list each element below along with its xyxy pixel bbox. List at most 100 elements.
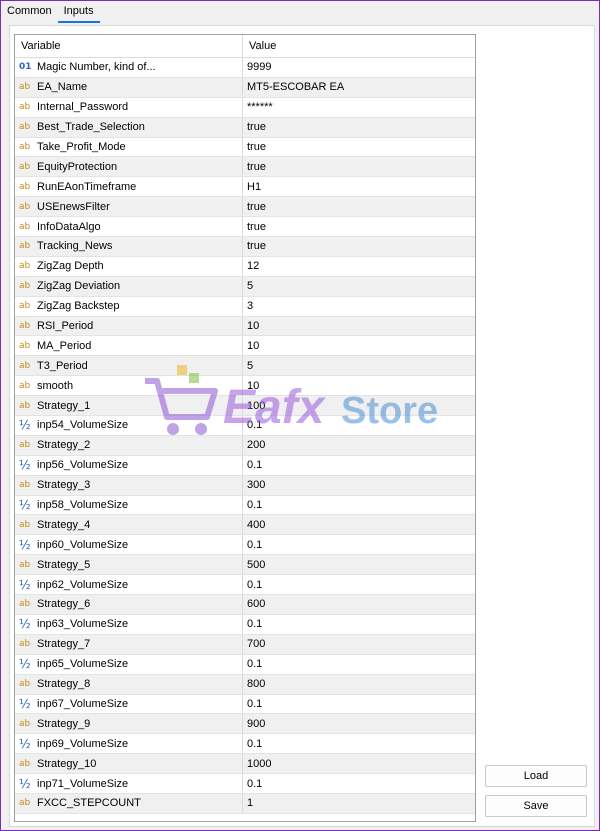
table-row[interactable]: ab Strategy_6 600: [15, 595, 475, 615]
value-cell[interactable]: 10: [243, 376, 475, 395]
table-row[interactable]: ab Strategy_2 200: [15, 435, 475, 456]
value-cell[interactable]: 5: [243, 277, 475, 296]
value-cell[interactable]: 10: [243, 317, 475, 336]
value-cell[interactable]: 600: [243, 595, 475, 614]
table-row[interactable]: ½ inp58_VolumeSize 0.1: [15, 495, 475, 516]
variable-name: Strategy_1: [37, 399, 91, 412]
table-row[interactable]: ab InfoDataAlgo true: [15, 217, 475, 238]
table-row[interactable]: ab T3_Period 5: [15, 356, 475, 377]
value-cell[interactable]: 200: [243, 436, 475, 455]
table-row[interactable]: ½ inp69_VolumeSize 0.1: [15, 734, 475, 755]
value-cell[interactable]: 700: [243, 635, 475, 654]
value-cell[interactable]: 100: [243, 396, 475, 415]
table-row[interactable]: ab RunEAonTimeframe H1: [15, 177, 475, 198]
load-button[interactable]: Load: [485, 765, 587, 787]
table-row[interactable]: ab Strategy_10 1000: [15, 754, 475, 775]
tab-inputs[interactable]: Inputs: [57, 1, 100, 23]
value-cell[interactable]: H1: [243, 177, 475, 196]
table-row[interactable]: ab FXCC_STEPCOUNT 1: [15, 793, 475, 814]
table-row[interactable]: ab Strategy_3 300: [15, 475, 475, 496]
table-row[interactable]: ab RSI_Period 10: [15, 316, 475, 337]
table-row[interactable]: ab EquityProtection true: [15, 157, 475, 178]
variable-name: ZigZag Depth: [37, 260, 104, 273]
value-cell[interactable]: 0.1: [243, 655, 475, 674]
string-type-icon: ab: [19, 281, 31, 292]
value-cell[interactable]: 900: [243, 714, 475, 733]
value-cell[interactable]: 12: [243, 257, 475, 276]
value-cell[interactable]: 0.1: [243, 496, 475, 515]
table-row[interactable]: ½ inp71_VolumeSize 0.1: [15, 774, 475, 794]
table-row[interactable]: ab Internal_Password ******: [15, 97, 475, 118]
table-row[interactable]: ab Best_Trade_Selection true: [15, 117, 475, 138]
value-cell[interactable]: 0.1: [243, 774, 475, 793]
inputs-panel: Variable Value 01 Magic Number, kind of..…: [9, 25, 595, 827]
value-cell[interactable]: MT5-ESCOBAR EA: [243, 78, 475, 97]
string-type-icon: ab: [19, 440, 31, 451]
variable-cell: ab EquityProtection: [15, 157, 243, 177]
variable-cell: ab T3_Period: [15, 356, 243, 376]
table-row[interactable]: ½ inp65_VolumeSize 0.1: [15, 654, 475, 675]
table-row[interactable]: 01 Magic Number, kind of... 9999: [15, 58, 475, 78]
save-button[interactable]: Save: [485, 795, 587, 817]
table-row[interactable]: ½ inp60_VolumeSize 0.1: [15, 535, 475, 556]
double-type-icon: ½: [19, 458, 31, 473]
table-row[interactable]: ab Strategy_9 900: [15, 714, 475, 735]
grid-header: Variable Value: [15, 35, 475, 58]
value-cell[interactable]: 300: [243, 476, 475, 495]
value-cell[interactable]: 1000: [243, 754, 475, 773]
value-cell[interactable]: true: [243, 237, 475, 256]
value-cell[interactable]: 0.1: [243, 535, 475, 554]
table-row[interactable]: ab ZigZag Depth 12: [15, 256, 475, 277]
table-row[interactable]: ab Tracking_News true: [15, 237, 475, 257]
variable-cell: ab Tracking_News: [15, 237, 243, 256]
table-row[interactable]: ½ inp54_VolumeSize 0.1: [15, 416, 475, 436]
value-cell[interactable]: 9999: [243, 58, 475, 77]
table-row[interactable]: ab Strategy_8 800: [15, 674, 475, 695]
variable-cell: 01 Magic Number, kind of...: [15, 58, 243, 77]
column-header-value[interactable]: Value: [243, 35, 475, 57]
table-row[interactable]: ab Strategy_4 400: [15, 515, 475, 536]
value-cell[interactable]: 0.1: [243, 416, 475, 435]
variable-cell: ½ inp71_VolumeSize: [15, 774, 243, 793]
table-row[interactable]: ab ZigZag Backstep 3: [15, 296, 475, 317]
value-cell[interactable]: true: [243, 157, 475, 176]
value-cell[interactable]: 800: [243, 675, 475, 694]
table-row[interactable]: ab MA_Period 10: [15, 336, 475, 357]
table-row[interactable]: ab Strategy_7 700: [15, 634, 475, 655]
value-cell[interactable]: 0.1: [243, 734, 475, 753]
table-row[interactable]: ab ZigZag Deviation 5: [15, 276, 475, 297]
value-cell[interactable]: 400: [243, 515, 475, 534]
variable-name: inp54_VolumeSize: [37, 419, 129, 432]
tab-common[interactable]: Common: [1, 1, 58, 21]
value-cell[interactable]: true: [243, 118, 475, 137]
variable-name: Internal_Password: [37, 101, 129, 114]
table-row[interactable]: ½ inp56_VolumeSize 0.1: [15, 455, 475, 476]
table-row[interactable]: ab smooth 10: [15, 376, 475, 397]
value-cell[interactable]: 10: [243, 336, 475, 355]
column-header-variable[interactable]: Variable: [15, 35, 243, 57]
table-row[interactable]: ab USEnewsFilter true: [15, 197, 475, 218]
value-cell[interactable]: 0.1: [243, 456, 475, 475]
value-cell[interactable]: true: [243, 197, 475, 216]
value-cell[interactable]: 3: [243, 297, 475, 316]
value-cell[interactable]: 500: [243, 555, 475, 574]
tab-bar: Common Inputs: [1, 1, 599, 23]
value-cell[interactable]: true: [243, 217, 475, 236]
value-cell[interactable]: ******: [243, 98, 475, 117]
table-row[interactable]: ab Strategy_5 500: [15, 555, 475, 576]
table-row[interactable]: ab Take_Profit_Mode true: [15, 137, 475, 158]
table-row[interactable]: ½ inp62_VolumeSize 0.1: [15, 575, 475, 596]
table-row[interactable]: ½ inp63_VolumeSize 0.1: [15, 614, 475, 635]
table-row[interactable]: ab EA_Name MT5-ESCOBAR EA: [15, 77, 475, 98]
value-cell[interactable]: 0.1: [243, 615, 475, 634]
variable-cell: ab Strategy_6: [15, 595, 243, 614]
value-cell[interactable]: 0.1: [243, 695, 475, 714]
value-cell[interactable]: true: [243, 138, 475, 157]
value-cell[interactable]: 1: [243, 794, 475, 813]
value-cell[interactable]: 5: [243, 356, 475, 375]
string-type-icon: ab: [19, 201, 31, 212]
variable-cell: ab Take_Profit_Mode: [15, 137, 243, 157]
table-row[interactable]: ab Strategy_1 100: [15, 396, 475, 417]
table-row[interactable]: ½ inp67_VolumeSize 0.1: [15, 694, 475, 715]
value-cell[interactable]: 0.1: [243, 575, 475, 594]
